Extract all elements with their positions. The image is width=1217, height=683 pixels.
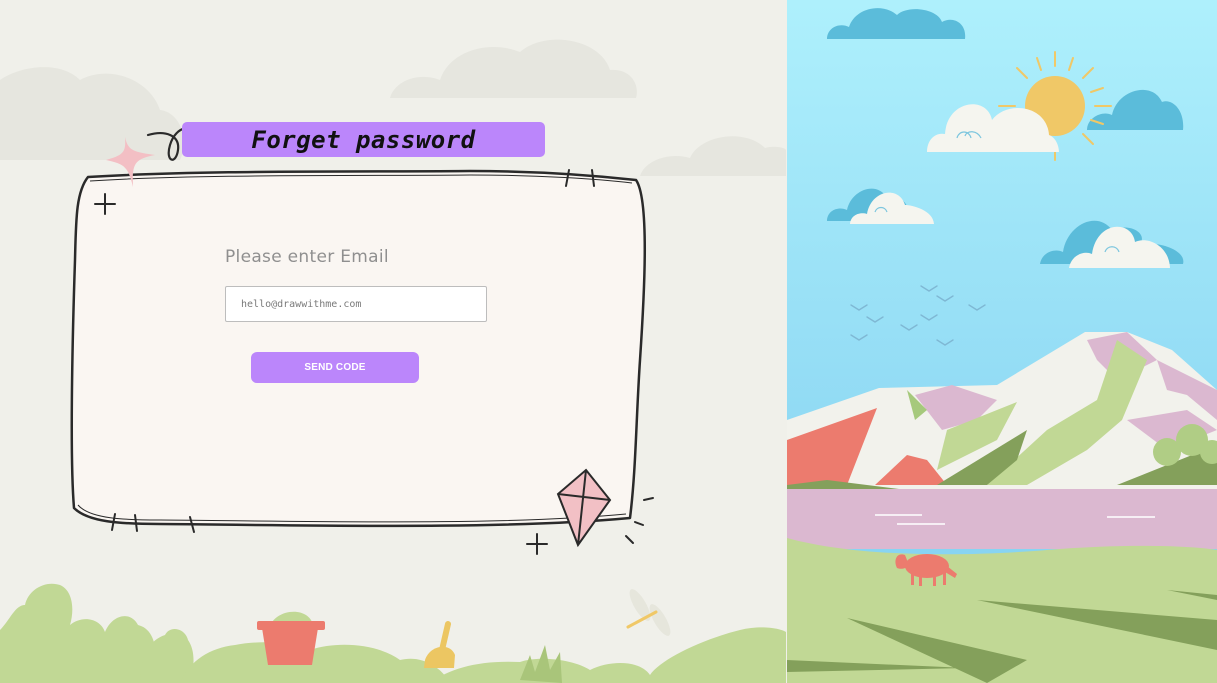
- form-panel: Forget password Please enter Email SEND …: [0, 0, 786, 683]
- email-label: Please enter Email: [225, 247, 389, 267]
- lake: [787, 489, 1217, 549]
- left-background-illustration: [0, 39, 786, 683]
- landscape-illustration: [787, 0, 1217, 683]
- email-input[interactable]: [225, 286, 487, 322]
- dragonfly-icon: [626, 589, 671, 636]
- send-code-button[interactable]: SEND CODE: [251, 352, 419, 383]
- page-title: Forget password: [251, 125, 476, 154]
- shovel-icon: [424, 621, 455, 668]
- title-banner: Forget password: [182, 122, 545, 157]
- form-card: [70, 169, 646, 533]
